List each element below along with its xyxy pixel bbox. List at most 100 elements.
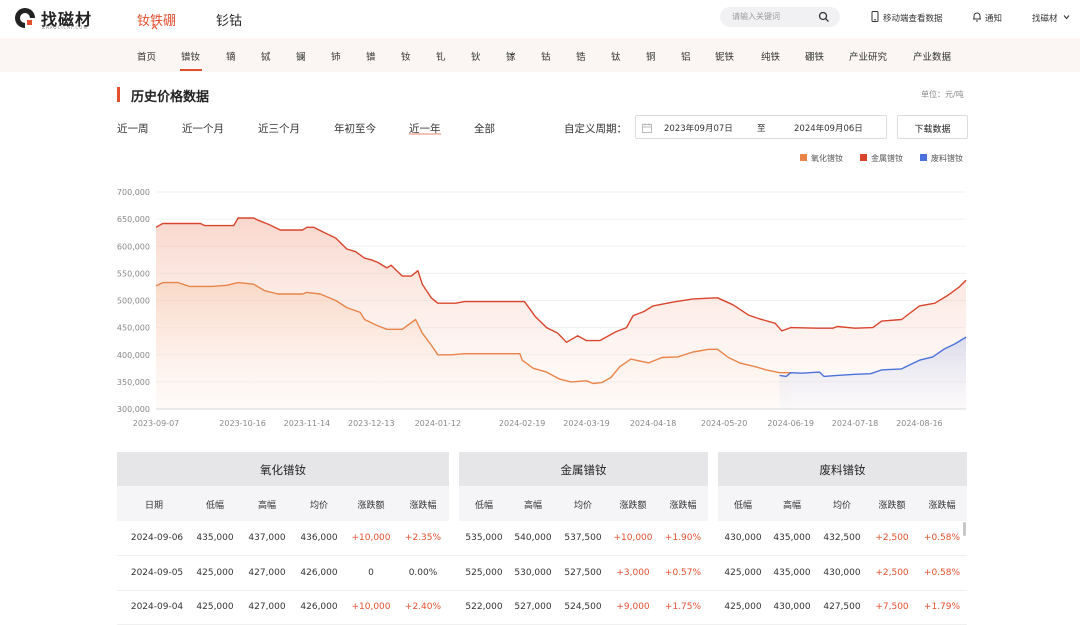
mat-nav-item[interactable]: 镧	[296, 49, 306, 63]
notification-link[interactable]: 通知	[985, 12, 1002, 24]
search-box[interactable]: 请输入关键词	[720, 7, 840, 27]
mat-nav-item[interactable]: 钕	[401, 49, 411, 63]
download-button-label: 下载数据	[914, 125, 951, 135]
table-group-header: 金属镨钕	[459, 452, 708, 486]
table-cell: +2,500	[875, 568, 909, 578]
mat-nav-item[interactable]: 铽	[261, 49, 271, 63]
mobile-phone-icon	[871, 11, 879, 22]
legend-swatch-metal	[860, 154, 867, 161]
column-header: 低幅	[733, 501, 752, 511]
mat-nav-item[interactable]: 镓	[506, 49, 516, 63]
mat-nav-item[interactable]: 铝	[681, 49, 691, 63]
y-tick-label: 400,000	[117, 351, 150, 360]
start-date-field[interactable]: 2023年09月07日	[664, 122, 733, 134]
logo[interactable]: 找磁材 ZHAOCICAI.COM	[14, 6, 104, 32]
table-cell: 437,000	[248, 533, 286, 543]
table-row-divider	[117, 555, 967, 556]
table-cell: 435,000	[196, 533, 234, 543]
download-button[interactable]: 下载数据	[897, 115, 968, 139]
legend-swatch-oxide	[800, 154, 807, 161]
mat-nav-item[interactable]: 钬	[471, 49, 481, 63]
mat-nav-item[interactable]: 硼铁	[805, 49, 824, 63]
period-tab-week[interactable]: 近一周	[117, 121, 149, 136]
table-cell: 430,000	[724, 533, 762, 543]
x-tick-label: 2024-04-18	[630, 419, 677, 428]
table-cell: 425,000	[196, 568, 234, 578]
y-axis: 700,000 650,000 600,000 550,000 500,000 450,0…	[117, 188, 150, 414]
table-scrollbar[interactable]	[963, 522, 966, 536]
legend-label-metal[interactable]: 金属镨钕	[871, 153, 903, 164]
search-input[interactable]: 请输入关键词	[732, 11, 780, 22]
period-tab-ytd[interactable]: 年初至今	[334, 121, 376, 136]
table-group-title: 氧化镨钕	[260, 463, 306, 477]
x-tick-label: 2024-02-19	[499, 419, 546, 428]
calendar-icon	[642, 123, 652, 133]
mat-nav-item[interactable]: 纯铁	[761, 49, 780, 63]
top-header: 找磁材 ZHAOCICAI.COM 钕铁硼 钐钴 请输入关键词 移动端查看数据 …	[0, 0, 1080, 38]
table-cell: +2.35%	[404, 533, 442, 543]
table-cell: 527,500	[564, 568, 602, 578]
price-history-chart[interactable]: 700,000 650,000 600,000 550,000 500,000 450,0…	[0, 175, 1080, 435]
mat-nav-item[interactable]: 镝	[226, 49, 236, 63]
search-icon[interactable]	[818, 11, 830, 23]
table-cell-date: 2024-09-06	[130, 533, 184, 543]
column-header: 均价	[309, 501, 328, 511]
mat-nav-item[interactable]: 镨	[366, 49, 376, 63]
table-cell: 535,000	[465, 533, 503, 543]
mobile-view-link[interactable]: 移动端查看数据	[883, 12, 943, 24]
table-row-divider	[117, 590, 967, 591]
period-tab-all[interactable]: 全部	[474, 121, 495, 136]
mat-nav-item[interactable]: 钛	[611, 49, 621, 63]
mat-nav-item[interactable]: 铜	[646, 49, 656, 63]
x-tick-label: 2024-05-20	[701, 419, 748, 428]
x-tick-label: 2023-09-07	[133, 419, 180, 428]
page-title: 历史价格数据	[131, 90, 210, 105]
mat-nav-item[interactable]: 产业数据	[913, 49, 951, 63]
table-cell: 0.00%	[408, 568, 438, 578]
mat-nav-item[interactable]: 钴	[541, 49, 551, 63]
column-header: 日期	[144, 501, 163, 511]
bell-icon	[973, 12, 981, 22]
y-tick-label: 650,000	[117, 215, 150, 224]
mat-nav-item[interactable]: 钆	[436, 49, 446, 63]
column-header: 涨跌额	[357, 501, 385, 511]
table-cell: 435,000	[773, 568, 811, 578]
y-tick-label: 600,000	[117, 242, 150, 251]
y-tick-label: 550,000	[117, 269, 150, 278]
y-tick-label: 350,000	[117, 378, 150, 387]
mat-nav-item[interactable]: 铈	[331, 49, 341, 63]
active-nav-underline	[180, 69, 202, 71]
table-cell: 435,000	[773, 533, 811, 543]
column-header: 均价	[832, 501, 851, 511]
table-cell: 530,000	[514, 568, 552, 578]
x-tick-label: 2024-03-19	[563, 419, 610, 428]
table-cell: 430,000	[823, 568, 861, 578]
table-cell: 525,000	[465, 568, 503, 578]
user-menu[interactable]: 找磁材	[1032, 12, 1058, 24]
material-nav: 首页 镨钕 镝 铽 镧 铈 镨 钕 钆 钬 镓 钴 锆 钛 铜 铝 铌铁 纯铁 …	[0, 38, 1080, 72]
table-cell-date: 2024-09-05	[130, 568, 184, 578]
category-tab-smco[interactable]: 钐钴	[216, 10, 242, 29]
column-header: 涨跌幅	[928, 501, 956, 511]
date-range-picker[interactable]: 2023年09月07日 至 2024年09月06日	[635, 115, 887, 139]
mat-nav-item[interactable]: 首页	[137, 49, 156, 63]
period-tab-month[interactable]: 近一个月	[182, 121, 224, 136]
table-cell: +2,500	[875, 533, 909, 543]
mat-nav-item-active[interactable]: 镨钕	[181, 49, 200, 63]
x-tick-label: 2024-01-12	[415, 419, 462, 428]
chevron-down-icon[interactable]	[1063, 14, 1070, 20]
y-tick-label: 700,000	[117, 188, 150, 197]
table-cell: 436,000	[300, 533, 338, 543]
legend-label-scrap[interactable]: 废料镨钕	[931, 153, 963, 164]
legend-label-oxide[interactable]: 氧化镨钕	[811, 153, 843, 164]
active-period-underline	[409, 133, 441, 135]
chevron-up-icon	[151, 25, 158, 30]
column-header: 低幅	[474, 501, 493, 511]
table-cell: 0	[368, 568, 374, 578]
mat-nav-item[interactable]: 铌铁	[715, 49, 734, 63]
end-date-field[interactable]: 2024年09月06日	[794, 122, 863, 134]
period-tab-3months[interactable]: 近三个月	[258, 121, 300, 136]
table-cell: +3,000	[616, 568, 650, 578]
mat-nav-item[interactable]: 产业研究	[849, 49, 887, 63]
mat-nav-item[interactable]: 锆	[576, 49, 586, 63]
